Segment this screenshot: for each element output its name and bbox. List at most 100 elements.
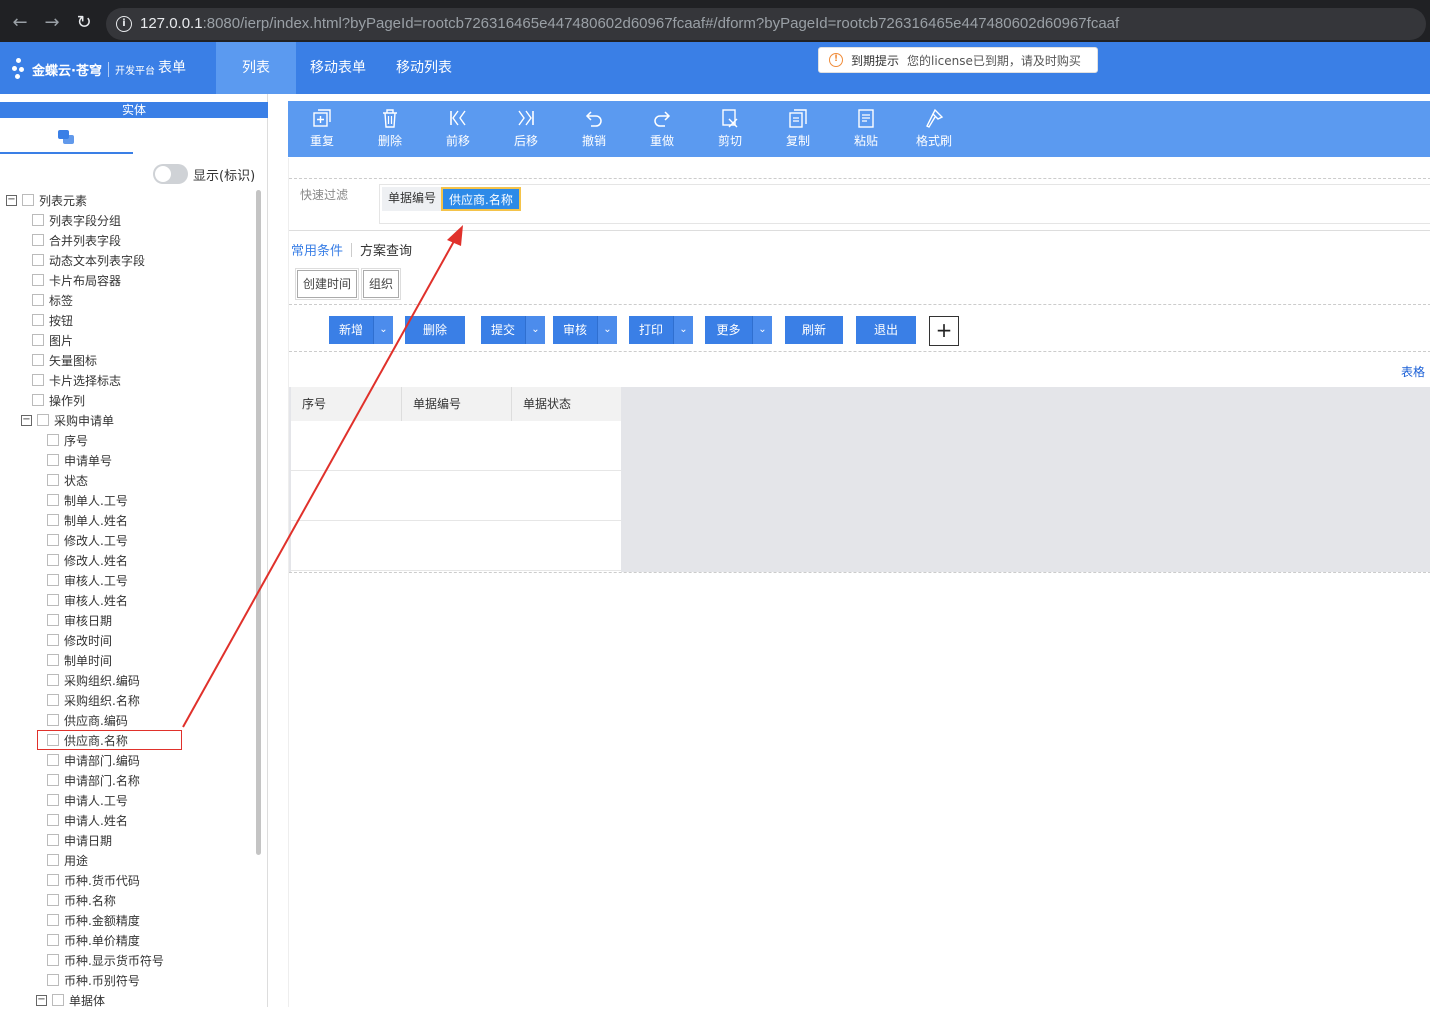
tree-node-checkbox[interactable] bbox=[47, 474, 59, 486]
tree-node-checkbox[interactable] bbox=[52, 994, 64, 1006]
address-bar[interactable]: i 127.0.0.1:8080/ierp/index.html?byPageI… bbox=[106, 8, 1426, 40]
collapse-icon[interactable]: − bbox=[6, 194, 17, 206]
tree-node-checkbox[interactable] bbox=[47, 914, 59, 926]
tree-node[interactable]: 申请部门.名称 bbox=[47, 770, 140, 790]
toolbar-button[interactable]: 复制 bbox=[764, 101, 832, 157]
tree-node[interactable]: 制单人.姓名 bbox=[47, 510, 128, 530]
list-op-button[interactable]: 打印 ⌄ bbox=[629, 316, 693, 344]
main-tab[interactable]: 列表 bbox=[216, 42, 296, 94]
tree-node-checkbox[interactable] bbox=[47, 754, 59, 766]
tree-node[interactable]: 申请部门.编码 bbox=[47, 750, 140, 770]
tree-node-checkbox[interactable] bbox=[22, 194, 34, 206]
chevron-down-icon[interactable]: ⌄ bbox=[373, 316, 393, 344]
tree-node-checkbox[interactable] bbox=[47, 814, 59, 826]
tree-node[interactable]: 制单人.工号 bbox=[47, 490, 128, 510]
main-tab[interactable]: 移动列表 bbox=[380, 42, 468, 94]
tree-node[interactable]: 采购组织.编码 bbox=[47, 670, 140, 690]
tree-node[interactable]: 按钮 bbox=[32, 310, 73, 330]
tree-node-checkbox[interactable] bbox=[47, 614, 59, 626]
tree-node-checkbox[interactable] bbox=[37, 414, 49, 426]
tab-tree-view[interactable] bbox=[133, 122, 342, 154]
list-op-button[interactable]: 刷新 bbox=[785, 316, 843, 344]
tree-node[interactable]: 图片 bbox=[32, 330, 73, 350]
tree-node-checkbox[interactable] bbox=[47, 674, 59, 686]
tree-node[interactable]: 合并列表字段 bbox=[32, 230, 121, 250]
tree-node-checkbox[interactable] bbox=[47, 694, 59, 706]
tree-node-checkbox[interactable] bbox=[47, 534, 59, 546]
collapse-icon[interactable]: − bbox=[36, 994, 47, 1006]
tree-node-checkbox[interactable] bbox=[32, 254, 44, 266]
tree-node-checkbox[interactable] bbox=[47, 514, 59, 526]
tree-node[interactable]: 修改人.工号 bbox=[47, 530, 128, 550]
chevron-down-icon[interactable]: ⌄ bbox=[597, 316, 617, 344]
toolbar-button[interactable]: 格式刷 bbox=[900, 101, 968, 157]
quick-filter-field-supplier-name[interactable]: 供应商.名称 bbox=[441, 187, 521, 211]
tree-node[interactable]: 币种.币别符号 bbox=[47, 970, 140, 990]
tree-node[interactable]: 申请单号 bbox=[47, 450, 112, 470]
list-op-button[interactable]: 删除 bbox=[405, 316, 465, 344]
tree-node-checkbox[interactable] bbox=[32, 294, 44, 306]
tree-node-checkbox[interactable] bbox=[47, 894, 59, 906]
tree-node[interactable]: − 列表元素 bbox=[6, 190, 87, 210]
tree-node[interactable]: 卡片选择标志 bbox=[32, 370, 121, 390]
tree-node-checkbox[interactable] bbox=[47, 494, 59, 506]
tree-node-checkbox[interactable] bbox=[32, 274, 44, 286]
toolbar-button[interactable]: 后移 bbox=[492, 101, 560, 157]
tree-node[interactable]: 币种.货币代码 bbox=[47, 870, 140, 890]
tree-node[interactable]: 制单时间 bbox=[47, 650, 112, 670]
tree-node[interactable]: 矢量图标 bbox=[32, 350, 97, 370]
tree-node-checkbox[interactable] bbox=[47, 654, 59, 666]
filter-chip-create-time[interactable]: 创建时间 bbox=[294, 268, 360, 300]
tree-node-checkbox[interactable] bbox=[47, 834, 59, 846]
tree-node[interactable]: 申请人.工号 bbox=[47, 790, 128, 810]
tree-node[interactable]: 采购组织.名称 bbox=[47, 690, 140, 710]
list-op-button[interactable]: 提交 ⌄ bbox=[481, 316, 545, 344]
tree-node-checkbox[interactable] bbox=[47, 634, 59, 646]
list-op-button[interactable]: 退出 bbox=[856, 316, 916, 344]
list-op-button[interactable]: 新增 ⌄ bbox=[329, 316, 393, 344]
tab-scheme-query[interactable]: 方案查询 bbox=[360, 240, 420, 259]
tree-node[interactable]: 币种.单价精度 bbox=[47, 930, 140, 950]
main-tab[interactable]: 表单 bbox=[128, 42, 216, 94]
filter-chip-org[interactable]: 组织 bbox=[360, 268, 402, 300]
tree-node[interactable]: 卡片布局容器 bbox=[32, 270, 121, 290]
tree-node-checkbox[interactable] bbox=[47, 714, 59, 726]
tab-common-conditions[interactable]: 常用条件 bbox=[291, 240, 351, 259]
chevron-down-icon[interactable]: ⌄ bbox=[525, 316, 545, 344]
tree-node-checkbox[interactable] bbox=[32, 394, 44, 406]
chevron-down-icon[interactable]: ⌄ bbox=[673, 316, 693, 344]
tree-node-checkbox[interactable] bbox=[32, 214, 44, 226]
show-id-toggle[interactable] bbox=[153, 164, 188, 184]
url-text[interactable]: 127.0.0.1:8080/ierp/index.html?byPageId=… bbox=[140, 15, 1119, 32]
tree-node[interactable]: 列表字段分组 bbox=[32, 210, 121, 230]
toolbar-button[interactable]: 重复 bbox=[288, 101, 356, 157]
tree-node-checkbox[interactable] bbox=[32, 334, 44, 346]
chevron-down-icon[interactable]: ⌄ bbox=[752, 316, 772, 344]
toolbar-button[interactable]: 重做 bbox=[628, 101, 696, 157]
toolbar-button[interactable]: 剪切 bbox=[696, 101, 764, 157]
tree-node-checkbox[interactable] bbox=[47, 794, 59, 806]
tree-node[interactable]: 币种.金额精度 bbox=[47, 910, 140, 930]
tree-node[interactable]: 序号 bbox=[47, 430, 88, 450]
tree-node[interactable]: 用途 bbox=[47, 850, 88, 870]
column-header-seq[interactable]: 序号 bbox=[291, 387, 402, 421]
list-op-button[interactable]: 审核 ⌄ bbox=[553, 316, 617, 344]
tree-node[interactable]: − 采购申请单 bbox=[21, 410, 114, 430]
tree-node-checkbox[interactable] bbox=[47, 574, 59, 586]
tree-node[interactable]: 币种.显示货币符号 bbox=[47, 950, 164, 970]
tree-node-checkbox[interactable] bbox=[47, 554, 59, 566]
add-button-plus[interactable]: + bbox=[929, 316, 959, 346]
tab-list-view[interactable] bbox=[0, 122, 133, 154]
quick-filter-area[interactable]: 单据编号 供应商.名称 bbox=[379, 184, 1430, 224]
tree-node[interactable]: 币种.名称 bbox=[47, 890, 116, 910]
tree-node[interactable]: 标签 bbox=[32, 290, 73, 310]
tree-node[interactable]: 修改时间 bbox=[47, 630, 112, 650]
tree-node[interactable]: 审核日期 bbox=[47, 610, 112, 630]
list-op-button[interactable]: 更多 ⌄ bbox=[705, 316, 772, 344]
toolbar-button[interactable]: 粘贴 bbox=[832, 101, 900, 157]
tree-node-checkbox[interactable] bbox=[47, 874, 59, 886]
toolbar-button[interactable]: 删除 bbox=[356, 101, 424, 157]
column-header-bill-status[interactable]: 单据状态 bbox=[512, 387, 621, 421]
tree-node[interactable]: 申请人.姓名 bbox=[47, 810, 128, 830]
tree-node[interactable]: 审核人.工号 bbox=[47, 570, 128, 590]
